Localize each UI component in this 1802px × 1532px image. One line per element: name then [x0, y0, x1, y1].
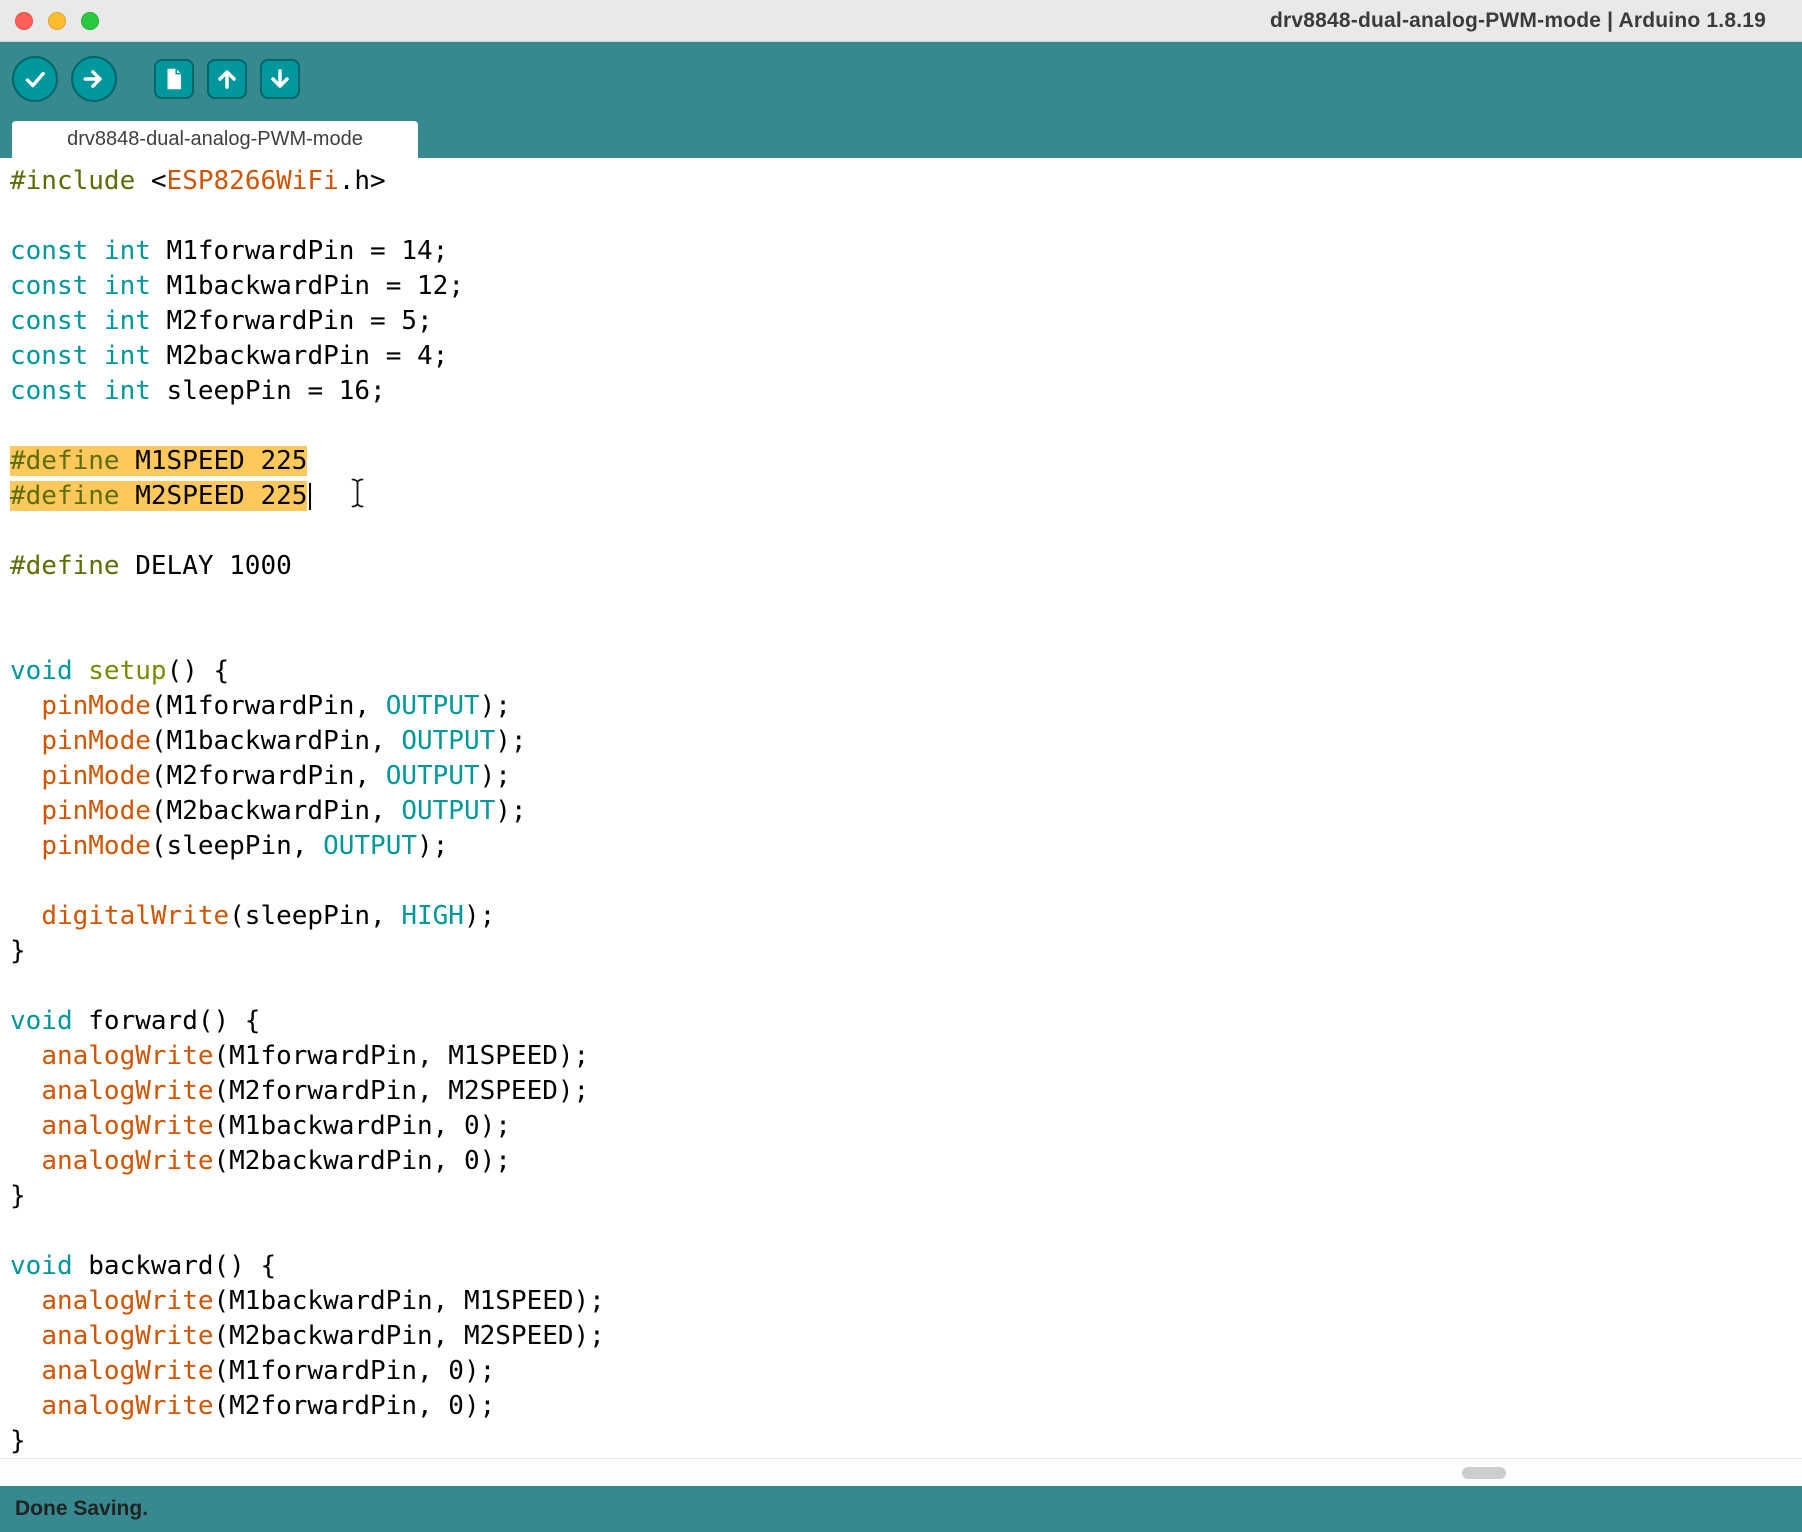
code-line[interactable]: const int M2backwardPin = 4; [10, 339, 1802, 374]
document-icon [161, 66, 187, 92]
code-line[interactable]: pinMode(M2backwardPin, OUTPUT); [10, 794, 1802, 829]
tab-label: drv8848-dual-analog-PWM-mode [67, 128, 363, 150]
code-line[interactable]: digitalWrite(sleepPin, HIGH); [10, 899, 1802, 934]
code-line[interactable]: #define M2SPEED 225 [10, 479, 1802, 514]
arrow-up-icon [214, 66, 240, 92]
tab-bar: drv8848-dual-analog-PWM-mode [0, 116, 1802, 158]
code-line[interactable]: analogWrite(M1backwardPin, M1SPEED); [10, 1284, 1802, 1319]
code-line[interactable]: pinMode(M1forwardPin, OUTPUT); [10, 689, 1802, 724]
minimize-window-button[interactable] [48, 11, 66, 30]
zoom-window-button[interactable] [81, 11, 99, 30]
code-line[interactable]: const int M2forwardPin = 5; [10, 304, 1802, 339]
code-line[interactable]: void backward() { [10, 1249, 1802, 1284]
code-line[interactable]: } [10, 1424, 1802, 1458]
close-window-button[interactable] [15, 11, 33, 30]
new-button[interactable] [154, 59, 194, 99]
code-line[interactable]: } [10, 1179, 1802, 1214]
code-line[interactable] [10, 199, 1802, 234]
code-line[interactable]: const int M1backwardPin = 12; [10, 269, 1802, 304]
code-line[interactable]: analogWrite(M2backwardPin, 0); [10, 1144, 1802, 1179]
code-lines: #include <ESP8266WiFi.h> const int M1for… [10, 164, 1802, 1458]
code-line[interactable] [10, 584, 1802, 619]
arrow-right-icon [81, 66, 107, 92]
code-line[interactable]: } [10, 934, 1802, 969]
code-line[interactable]: analogWrite(M1backwardPin, 0); [10, 1109, 1802, 1144]
toolbar [0, 42, 1802, 116]
scrollbar-thumb[interactable] [1462, 1467, 1506, 1479]
code-line[interactable]: #include <ESP8266WiFi.h> [10, 164, 1802, 199]
status-bar: Done Saving. [0, 1486, 1802, 1532]
verify-button[interactable] [12, 56, 58, 102]
check-icon [22, 66, 48, 92]
code-line[interactable]: pinMode(sleepPin, OUTPUT); [10, 829, 1802, 864]
text-caret [309, 483, 312, 510]
open-button[interactable] [207, 59, 247, 99]
save-button[interactable] [260, 59, 300, 99]
code-line[interactable]: #define DELAY 1000 [10, 549, 1802, 584]
code-line[interactable] [10, 619, 1802, 654]
traffic-lights [0, 11, 99, 30]
code-line[interactable]: const int M1forwardPin = 14; [10, 234, 1802, 269]
code-line[interactable] [10, 864, 1802, 899]
code-line[interactable]: void forward() { [10, 1004, 1802, 1039]
code-line[interactable]: analogWrite(M1forwardPin, M1SPEED); [10, 1039, 1802, 1074]
window-title: drv8848-dual-analog-PWM-mode | Arduino 1… [1269, 9, 1766, 32]
mouse-ibeam-cursor-icon [350, 478, 365, 513]
horizontal-scrollbar[interactable] [0, 1458, 1802, 1486]
code-line[interactable]: pinMode(M2forwardPin, OUTPUT); [10, 759, 1802, 794]
upload-button[interactable] [71, 56, 117, 102]
arduino-ide-window: drv8848-dual-analog-PWM-mode | Arduino 1… [0, 0, 1802, 1532]
code-line[interactable]: #define M1SPEED 225 [10, 444, 1802, 479]
code-line[interactable] [10, 409, 1802, 444]
code-editor[interactable]: #include <ESP8266WiFi.h> const int M1for… [0, 158, 1802, 1458]
status-message: Done Saving. [15, 1497, 149, 1520]
code-line[interactable]: void setup() { [10, 654, 1802, 689]
toolbar-buttons [12, 56, 300, 102]
code-line[interactable]: analogWrite(M1forwardPin, 0); [10, 1354, 1802, 1389]
arrow-down-icon [267, 66, 293, 92]
code-line[interactable]: analogWrite(M2forwardPin, 0); [10, 1389, 1802, 1424]
code-line[interactable] [10, 514, 1802, 549]
tab-sketch[interactable]: drv8848-dual-analog-PWM-mode [12, 121, 418, 158]
code-line[interactable]: analogWrite(M2forwardPin, M2SPEED); [10, 1074, 1802, 1109]
code-line[interactable] [10, 1214, 1802, 1249]
code-line[interactable]: pinMode(M1backwardPin, OUTPUT); [10, 724, 1802, 759]
code-line[interactable]: analogWrite(M2backwardPin, M2SPEED); [10, 1319, 1802, 1354]
code-line[interactable]: const int sleepPin = 16; [10, 374, 1802, 409]
titlebar: drv8848-dual-analog-PWM-mode | Arduino 1… [0, 0, 1802, 42]
code-line[interactable] [10, 969, 1802, 1004]
